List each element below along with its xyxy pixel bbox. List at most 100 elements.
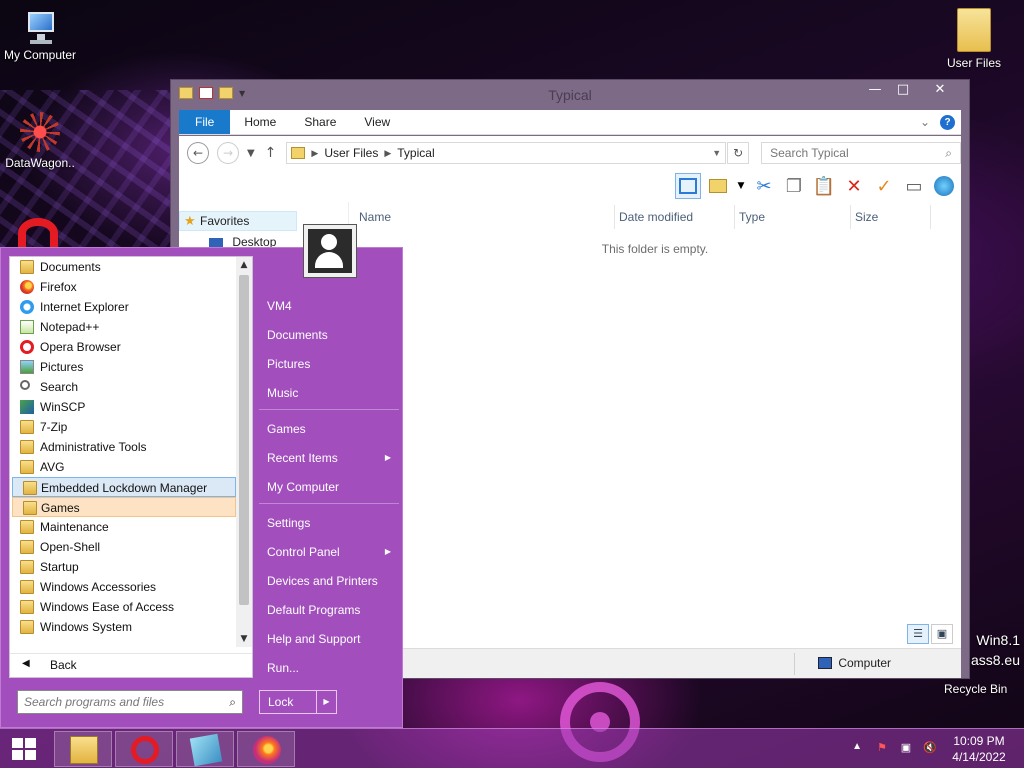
start-item-recent-items[interactable]: Recent Items ▶ [259, 445, 399, 471]
network-icon[interactable]: ▣ [898, 741, 914, 755]
desktop-icon-user-files[interactable]: User Files [934, 8, 1014, 70]
chevron-down-icon[interactable]: ▼ [735, 173, 747, 199]
program-item-games[interactable]: Games [12, 497, 236, 517]
cut-icon[interactable]: ✂ [751, 173, 777, 199]
start-item-my-computer[interactable]: My Computer [259, 474, 399, 500]
start-item-documents[interactable]: Documents [259, 322, 399, 348]
start-item-devices-and-printers[interactable]: Devices and Printers [259, 568, 399, 594]
start-item-default-programs[interactable]: Default Programs [259, 597, 399, 623]
paste-icon[interactable]: 📋 [811, 173, 837, 199]
program-item-7-zip[interactable]: 7-Zip [10, 417, 236, 437]
program-label: Open-Shell [40, 540, 101, 554]
program-item-avg[interactable]: AVG [10, 457, 236, 477]
start-item-pictures[interactable]: Pictures [259, 351, 399, 377]
column-name[interactable]: Name [355, 205, 615, 229]
column-date-modified[interactable]: Date modified [615, 205, 735, 229]
program-item-windows-system[interactable]: Windows System [10, 617, 236, 637]
program-item-windows-ease-of-access[interactable]: Windows Ease of Access [10, 597, 236, 617]
program-item-winscp[interactable]: WinSCP [10, 397, 236, 417]
search-input[interactable]: Search Typical ⌕ [761, 142, 962, 164]
properties-icon[interactable]: ▭ [901, 173, 927, 199]
back-button[interactable]: ← [187, 142, 209, 164]
desktop-icon-recycle-bin[interactable]: Recycle Bin [944, 682, 1007, 696]
start-item-run[interactable]: Run... [259, 655, 399, 681]
nav-favorites[interactable]: ★ Favorites [179, 211, 297, 231]
tab-home[interactable]: Home [230, 110, 290, 134]
scroll-up-icon[interactable]: ▲ [236, 257, 252, 273]
column-type[interactable]: Type [735, 205, 851, 229]
column-size[interactable]: Size [851, 205, 931, 229]
forward-button[interactable]: → [216, 142, 239, 164]
back-label: Back [50, 658, 77, 672]
avatar[interactable] [303, 224, 357, 278]
program-item-pictures[interactable]: Pictures [10, 357, 236, 377]
program-item-open-shell[interactable]: Open-Shell [10, 537, 236, 557]
address-dropdown-icon[interactable]: ▼ [712, 148, 725, 158]
help-icon[interactable]: ? [940, 114, 955, 130]
scroll-thumb[interactable] [239, 275, 249, 605]
program-item-maintenance[interactable]: Maintenance [10, 517, 236, 537]
breadcrumb-current[interactable]: Typical [397, 146, 434, 160]
program-item-notepad[interactable]: Notepad++ [10, 317, 236, 337]
program-item-internet-explorer[interactable]: Internet Explorer [10, 297, 236, 317]
programs-scrollbar[interactable]: ▲ ▼ [236, 257, 252, 647]
up-button[interactable]: ↑ [265, 145, 277, 161]
scroll-down-icon[interactable]: ▼ [236, 631, 252, 647]
delete-icon[interactable]: ✕ [841, 173, 867, 199]
taskbar-app-file-explorer[interactable] [54, 731, 112, 767]
recent-locations-icon[interactable]: ▼ [247, 148, 255, 159]
program-item-administrative-tools[interactable]: Administrative Tools [10, 437, 236, 457]
chevron-right-icon[interactable]: ▶ [316, 691, 336, 713]
title-bar[interactable]: ▼ Typical — □ ✕ [171, 80, 969, 110]
taskbar-app-opera[interactable] [115, 731, 173, 767]
lock-button[interactable]: Lock ▶ [259, 690, 337, 714]
program-item-embedded-lockdown-manager[interactable]: Embedded Lockdown Manager [12, 477, 236, 497]
details-view-icon[interactable]: ☰ [907, 624, 929, 644]
tab-share[interactable]: Share [290, 110, 350, 134]
clock[interactable]: 10:09 PM 4/14/2022 [944, 733, 1014, 765]
large-icons-view-icon[interactable]: ▣ [931, 624, 953, 644]
search-programs-input[interactable]: Search programs and files ⌕ [17, 690, 243, 714]
program-item-windows-accessories[interactable]: Windows Accessories [10, 577, 236, 597]
program-item-startup[interactable]: Startup [10, 557, 236, 577]
winscp-icon [20, 400, 34, 414]
folder-icon [23, 501, 37, 515]
start-item-music[interactable]: Music [259, 380, 399, 406]
show-hidden-icons-icon[interactable]: ▲ [852, 741, 862, 752]
tab-file[interactable]: File [179, 110, 231, 134]
program-item-documents[interactable]: Documents [10, 257, 236, 277]
program-label: Administrative Tools [40, 440, 147, 454]
taskbar-app-firefox[interactable] [237, 731, 295, 767]
preview-pane-icon[interactable] [675, 173, 701, 199]
refresh-button[interactable]: ↻ [727, 142, 750, 164]
program-item-search[interactable]: Search [10, 377, 236, 397]
program-item-opera-browser[interactable]: Opera Browser [10, 337, 236, 357]
expand-ribbon-icon[interactable]: ⌄ [920, 115, 930, 129]
start-item-control-panel[interactable]: Control Panel ▶ [259, 539, 399, 565]
start-item-vm4[interactable]: VM4 [259, 293, 399, 319]
maximize-button[interactable]: □ [889, 80, 917, 100]
taskbar-app-notes[interactable] [176, 731, 234, 767]
desktop-icon-my-computer[interactable]: My Computer [0, 10, 80, 62]
address-bar[interactable]: ▶ User Files ▶ Typical ▼ [286, 142, 727, 164]
opera-icon[interactable] [18, 218, 58, 248]
copy-icon[interactable]: ❐ [781, 173, 807, 199]
breadcrumb-root[interactable]: User Files [324, 146, 378, 160]
minimize-button[interactable]: — [861, 80, 889, 100]
action-center-icon[interactable]: ⚑ [874, 741, 890, 755]
volume-muted-icon[interactable]: 🔇 [922, 741, 938, 755]
desktop-icon-datawagon[interactable]: DataWagon.. [0, 112, 80, 170]
rename-icon[interactable]: ✓ [871, 173, 897, 199]
start-button[interactable] [0, 729, 50, 768]
chevron-right-icon[interactable]: ▶ [384, 148, 391, 159]
back-button[interactable]: ◀ Back [10, 653, 252, 675]
program-item-firefox[interactable]: Firefox [10, 277, 236, 297]
start-item-help-and-support[interactable]: Help and Support [259, 626, 399, 652]
start-item-settings[interactable]: Settings [259, 510, 399, 536]
start-item-games[interactable]: Games [259, 416, 399, 442]
close-button[interactable]: ✕ [917, 80, 963, 100]
network-icon[interactable] [931, 173, 957, 199]
tab-view[interactable]: View [350, 110, 404, 134]
new-folder-icon[interactable] [705, 173, 731, 199]
chevron-right-icon[interactable]: ▶ [311, 148, 318, 159]
